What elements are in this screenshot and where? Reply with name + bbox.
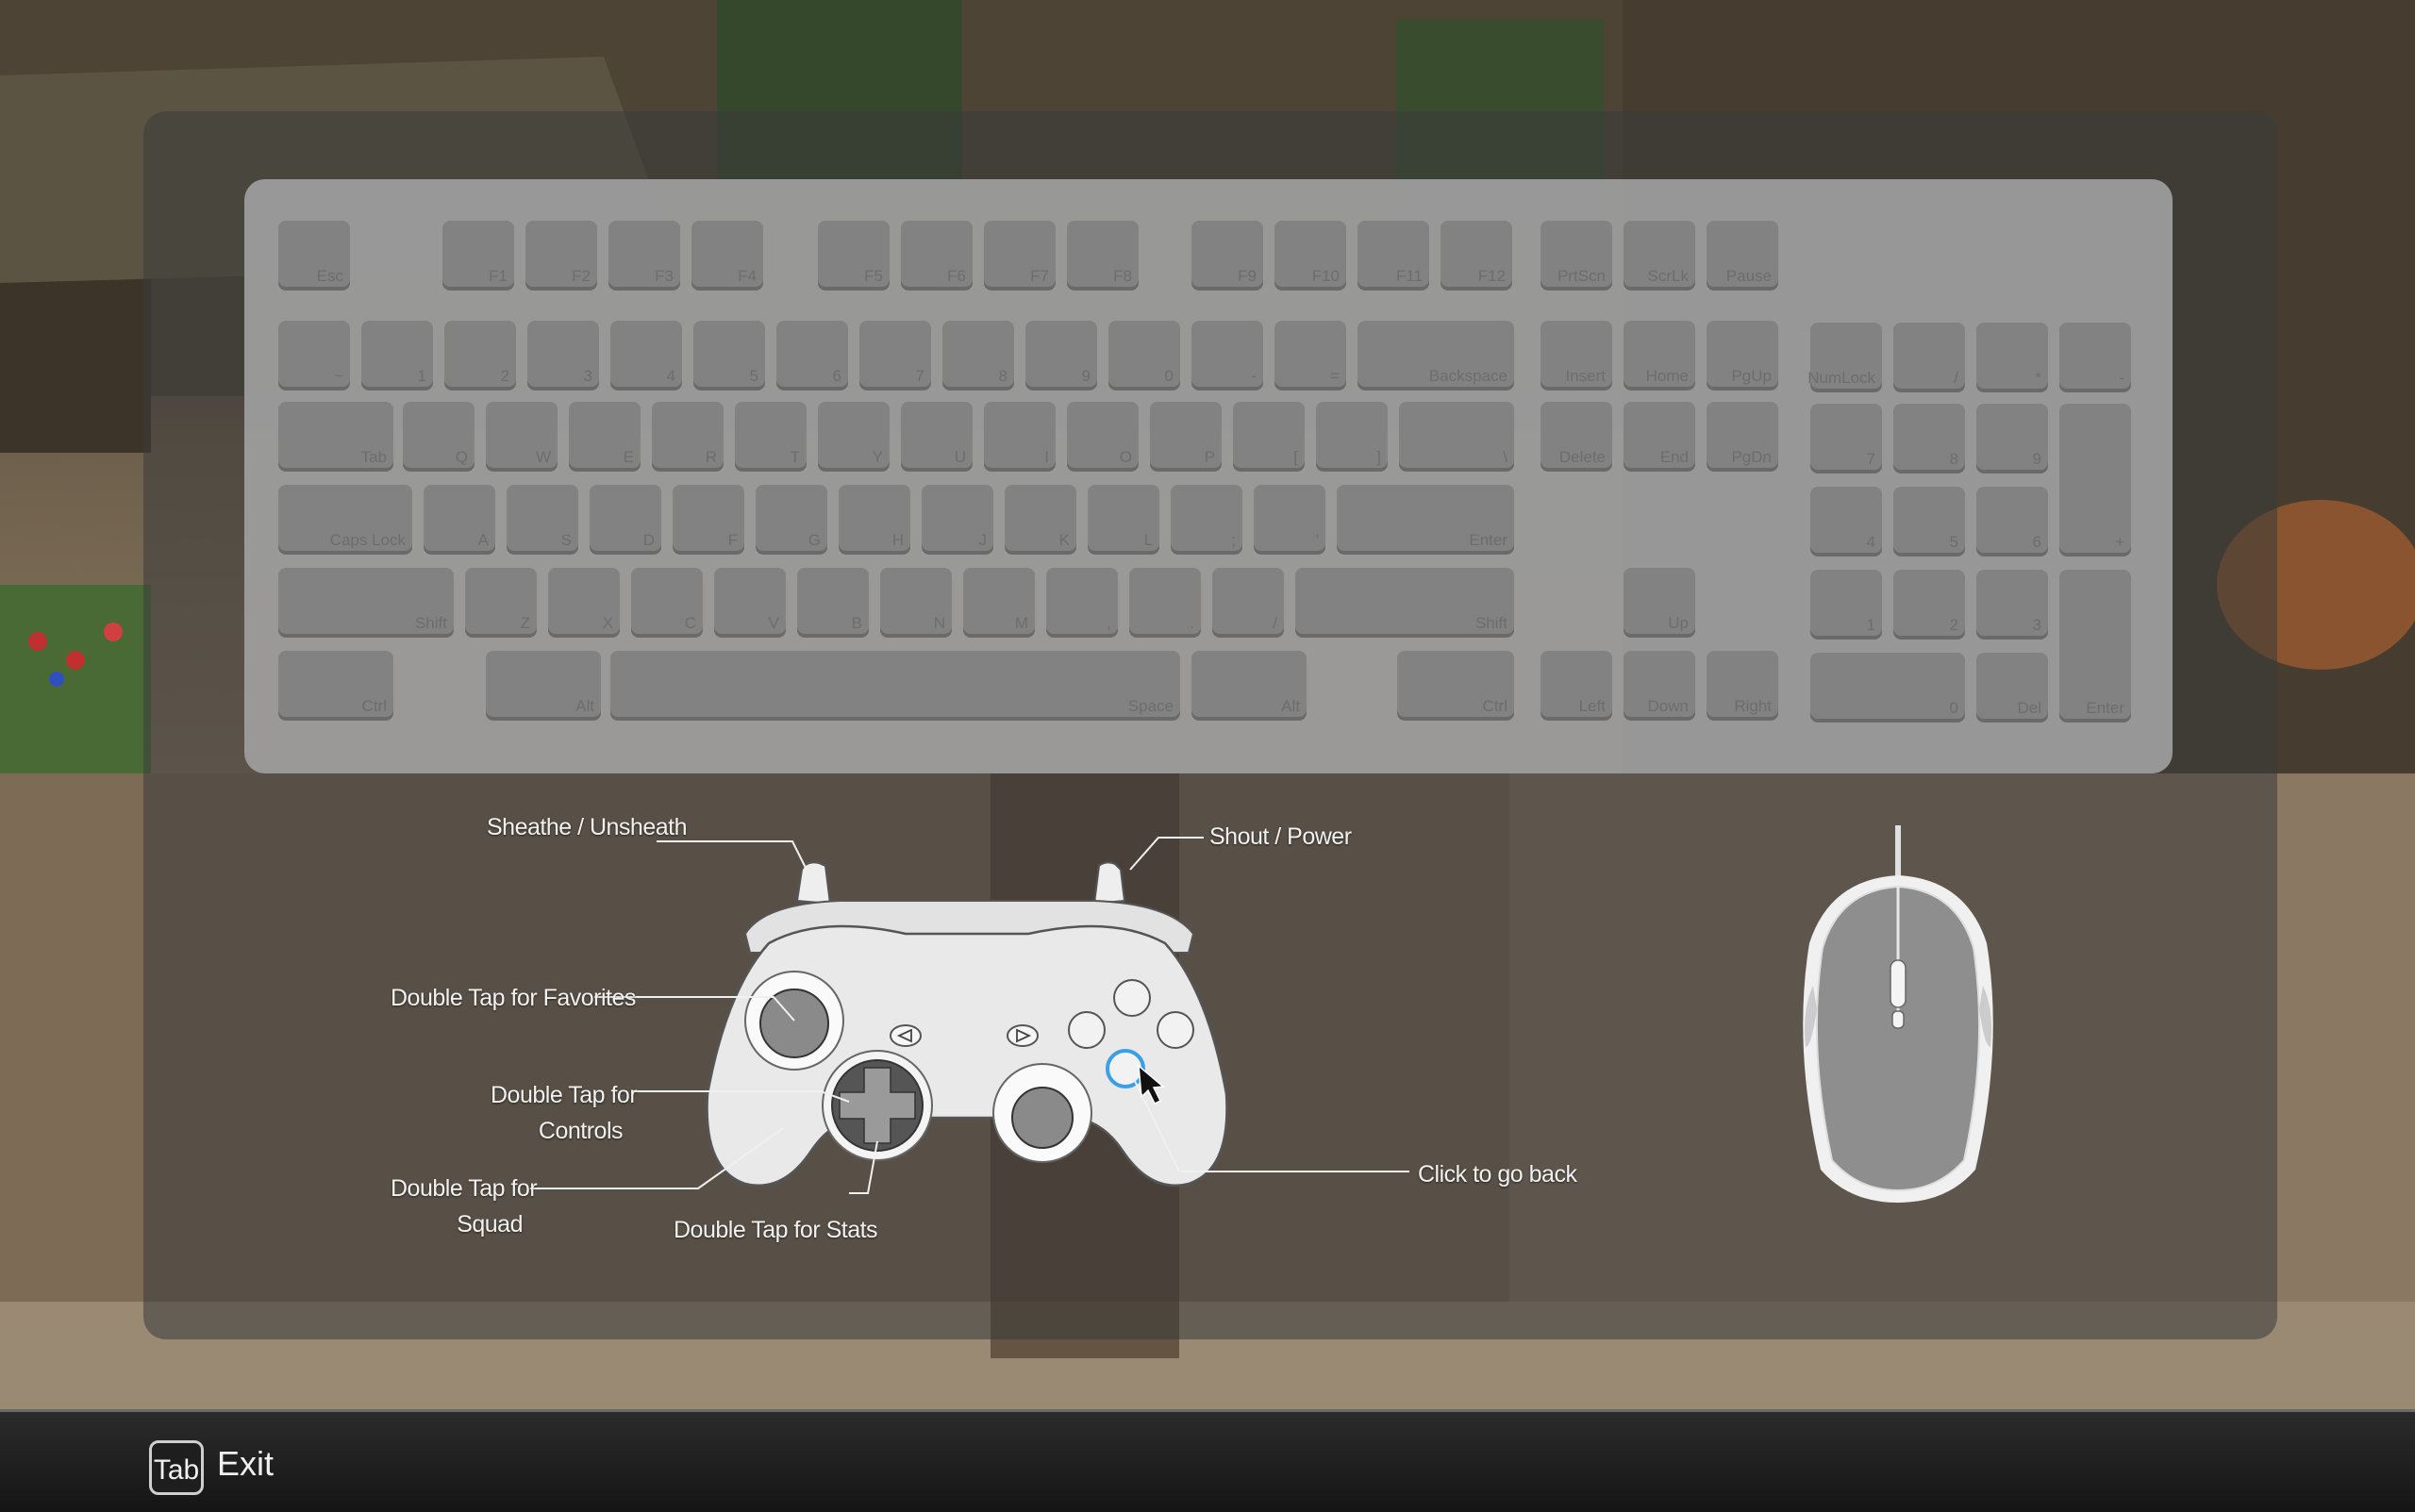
label-sheathe: Sheathe / Unsheath [487, 814, 688, 840]
label-favorites: Double Tap for Favorites [391, 985, 636, 1011]
exit-button-label[interactable]: Exit [217, 1444, 274, 1484]
label-stats: Double Tap for Stats [674, 1217, 878, 1243]
label-shout: Shout / Power [1209, 823, 1352, 850]
label-go-back: Click to go back [1418, 1161, 1577, 1188]
bottom-bar [0, 1409, 2415, 1512]
mouse-diagram [1803, 825, 1993, 1203]
label-squad-line2: Squad [457, 1211, 523, 1238]
scroll-wheel-icon [1890, 959, 1907, 1008]
label-controls-line1: Double Tap for [491, 1082, 638, 1108]
label-squad-line1: Double Tap for [391, 1175, 538, 1202]
label-controls-line2: Controls [538, 1118, 624, 1144]
tab-key-icon[interactable]: Tab [149, 1440, 204, 1495]
callout-lines [530, 837, 1409, 1194]
